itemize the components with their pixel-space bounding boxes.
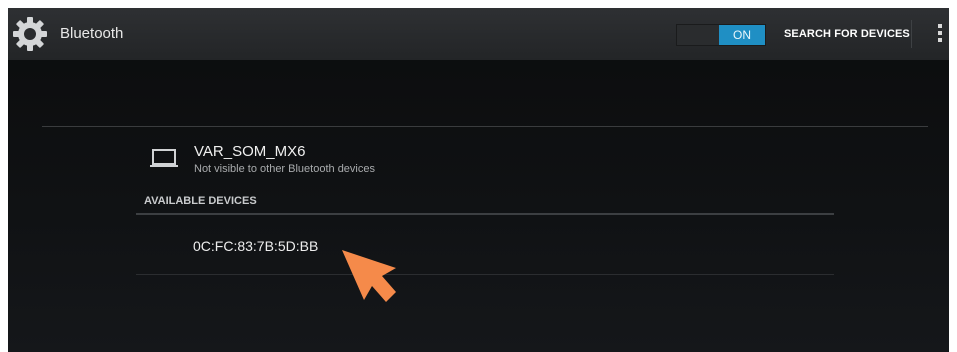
page-title: Bluetooth	[60, 25, 124, 42]
available-devices-header: AVAILABLE DEVICES	[144, 195, 257, 207]
overflow-menu-icon[interactable]	[938, 24, 943, 46]
gear-icon[interactable]	[12, 16, 48, 52]
toggle-on-label: ON	[719, 25, 765, 45]
section-divider	[136, 213, 834, 215]
bluetooth-toggle[interactable]: ON	[676, 24, 766, 46]
local-device-name[interactable]: VAR_SOM_MX6	[194, 143, 305, 160]
available-device-item[interactable]: 0C:FC:83:7B:5D:BB	[193, 238, 318, 254]
screen: Bluetooth ON SEARCH FOR DEVICES VAR_SOM_…	[8, 8, 949, 352]
cursor-arrow-icon	[342, 250, 396, 302]
action-bar-divider	[911, 20, 912, 48]
search-for-devices-button[interactable]: SEARCH FOR DEVICES	[784, 28, 910, 40]
local-device-status: Not visible to other Bluetooth devices	[194, 163, 375, 175]
laptop-icon	[150, 149, 178, 167]
row-divider	[136, 274, 834, 275]
divider	[42, 126, 928, 127]
action-bar: Bluetooth ON SEARCH FOR DEVICES	[8, 8, 949, 60]
